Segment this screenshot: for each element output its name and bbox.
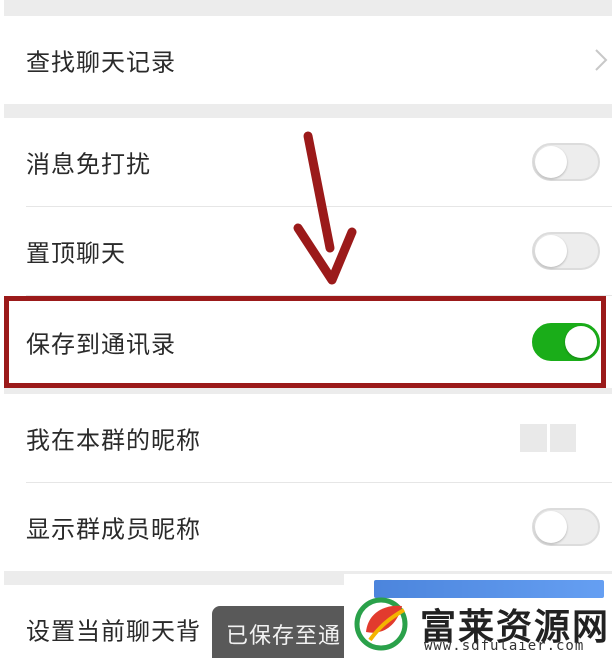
row-show-member-nicknames: 显示群成员昵称 [4,483,612,571]
nickname-value [520,424,576,452]
toggle-knob [535,235,567,267]
row-label-sticky-chat: 置顶聊天 [26,239,126,268]
chevron-right-icon [595,49,608,71]
row-search-chat-history[interactable]: 查找聊天记录 [4,16,612,104]
watermark: 富莱资源网 www.sdfulaier.com [344,574,612,658]
row-save-to-contacts: 保存到通讯录 [4,296,612,388]
down-arrow-icon [293,131,357,285]
row-label-mute-notifications: 消息免打扰 [26,150,151,179]
show-member-nicknames-toggle[interactable] [532,508,600,546]
row-label-my-group-nickname: 我在本群的昵称 [26,426,201,455]
row-label-search-chat-history: 查找聊天记录 [26,48,176,77]
leaf-logo-icon [354,597,408,651]
section-gap-1 [4,104,612,118]
watermark-url: www.sdfulaier.com [424,638,585,654]
row-label-show-member-nicknames: 显示群成员昵称 [26,515,201,544]
toggle-knob [535,146,567,178]
section-gap-top [4,0,612,16]
toggle-knob [565,326,597,358]
row-my-group-nickname[interactable]: 我在本群的昵称 [4,394,612,482]
toggle-knob [535,511,567,543]
sticky-chat-toggle[interactable] [532,232,600,270]
toast-text: 已保存至通 [226,624,342,649]
save-to-contacts-toggle[interactable] [532,323,600,361]
group-chat-settings-screen: 查找聊天记录 消息免打扰 置顶聊天 保存到通讯录 我在本群的昵称 显示群成员昵称… [0,0,612,658]
row-label-save-to-contacts: 保存到通讯录 [26,330,176,359]
mute-notifications-toggle[interactable] [532,143,600,181]
row-label-set-chat-background: 设置当前聊天背 [26,617,201,646]
